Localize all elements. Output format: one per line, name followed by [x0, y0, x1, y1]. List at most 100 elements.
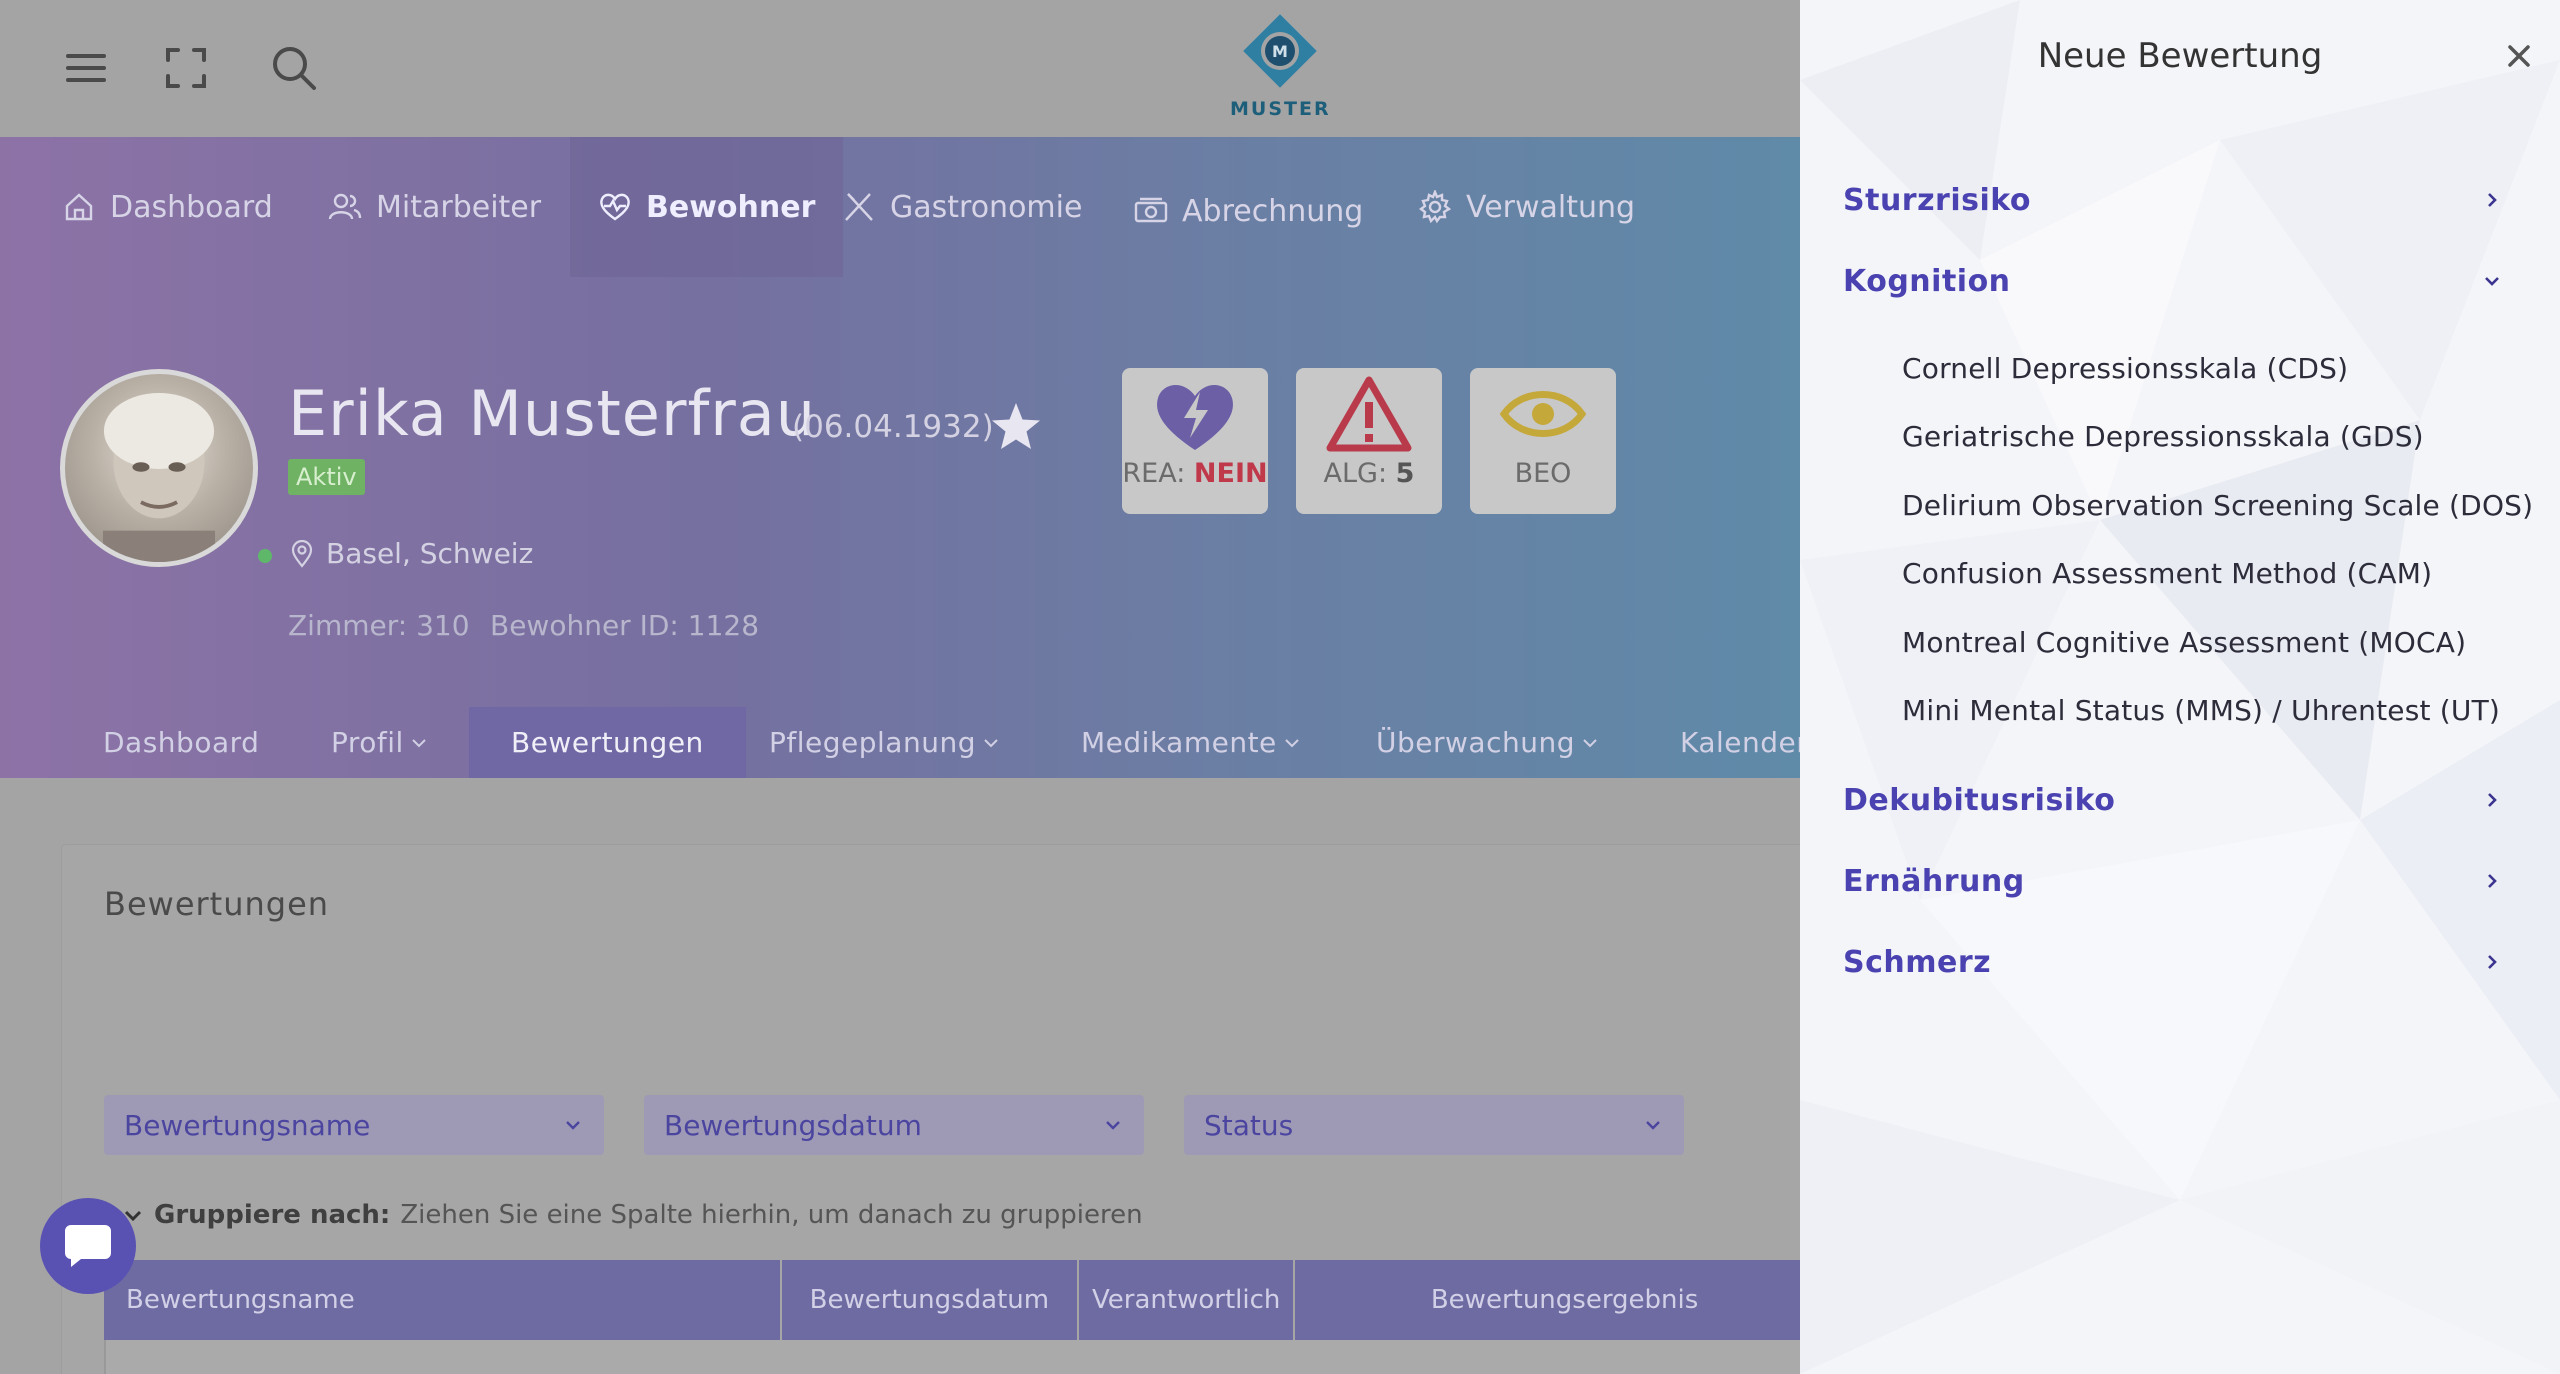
alg-label: ALG: 5	[1323, 458, 1415, 489]
nav-label: Mitarbeiter	[376, 189, 542, 225]
chevron-right-icon	[2488, 193, 2497, 207]
group-by-hint: Ziehen Sie eine Spalte hierhin, um danac…	[400, 1200, 1143, 1230]
resident-location: Basel, Schweiz	[288, 537, 533, 570]
money-icon	[1134, 197, 1168, 223]
accordion-schmerz[interactable]: Schmerz	[1843, 937, 2503, 987]
resident-birthdate: (06.04.1932)	[792, 409, 994, 445]
chevron-down-icon	[984, 738, 998, 747]
accordion-ernaehrung[interactable]: Ernährung	[1843, 856, 2503, 906]
warning-icon	[1326, 376, 1412, 452]
chevron-right-icon	[2488, 955, 2497, 969]
beo-label: BEO	[1514, 458, 1572, 489]
close-icon[interactable]	[2505, 42, 2533, 70]
assessment-link-mms[interactable]: Mini Mental Status (MMS) / Uhrentest (UT…	[1902, 694, 2500, 727]
tab-bewertungen[interactable]: Bewertungen	[469, 707, 746, 778]
assessment-link-gds[interactable]: Geriatrische Depressionsskala (GDS)	[1902, 420, 2424, 453]
heart-bolt-icon	[1157, 384, 1233, 450]
accordion-label: Ernährung	[1843, 863, 2025, 899]
nav-item-mitarbeiter[interactable]: Mitarbeiter	[328, 137, 541, 277]
search-icon[interactable]	[266, 40, 322, 96]
filter-bewertungsdatum[interactable]: Bewertungsdatum	[644, 1095, 1144, 1155]
accordion-label: Schmerz	[1843, 944, 1992, 980]
resident-header: Dashboard Mitarbeiter Bewohner Gastronom…	[0, 137, 1808, 778]
resident-id: Bewohner ID: 1128	[490, 609, 760, 642]
chevron-down-icon	[566, 1121, 580, 1130]
star-icon[interactable]	[988, 399, 1044, 455]
column-header-bewertungsergebnis[interactable]: Bewertungsergebnis	[1295, 1260, 1834, 1340]
tab-kalender[interactable]: Kalender	[1680, 707, 1808, 778]
chat-icon	[65, 1225, 111, 1267]
card-title: Bewertungen	[104, 885, 330, 923]
accordion-label: Dekubitusrisiko	[1843, 782, 2116, 818]
filter-status[interactable]: Status	[1184, 1095, 1684, 1155]
heart-pulse-icon	[600, 193, 630, 221]
table-header: Bewertungsname Bewertungsdatum Verantwor…	[104, 1260, 1834, 1340]
tab-medikamente[interactable]: Medikamente	[1081, 707, 1301, 778]
room-number: Zimmer: 310	[288, 609, 470, 642]
chevron-right-icon	[2488, 793, 2497, 807]
accordion-kognition[interactable]: Kognition	[1843, 256, 2503, 306]
chevron-down-icon	[1646, 1121, 1660, 1130]
accordion-dekubitusrisiko[interactable]: Dekubitusrisiko	[1843, 775, 2503, 825]
chevron-down-icon	[1583, 738, 1597, 747]
column-header-verantwortlich[interactable]: Verantwortlich	[1079, 1260, 1296, 1340]
gear-icon	[1419, 190, 1452, 224]
accordion-sturzrisiko[interactable]: Sturzrisiko	[1843, 175, 2503, 225]
chevron-right-icon	[2488, 874, 2497, 888]
nav-item-bewohner[interactable]: Bewohner	[570, 137, 844, 277]
filter-bewertungsname[interactable]: Bewertungsname	[104, 1095, 604, 1155]
map-pin-icon	[291, 539, 313, 568]
group-by-label: Gruppiere nach:	[154, 1200, 391, 1230]
logo-icon: M	[1243, 14, 1317, 88]
nav-item-verwaltung[interactable]: Verwaltung	[1418, 137, 1635, 277]
top-bar: M MUSTER	[0, 0, 1800, 137]
tab-ueberwachung[interactable]: Überwachung	[1376, 707, 1599, 778]
status-badge: Aktiv	[288, 459, 365, 495]
home-icon	[65, 193, 93, 221]
nav-label: Dashboard	[110, 189, 273, 225]
chat-button[interactable]	[40, 1198, 136, 1294]
nav-item-dashboard[interactable]: Dashboard	[62, 137, 273, 277]
tab-pflegeplanung[interactable]: Pflegeplanung	[769, 707, 1000, 778]
chevron-down-icon	[1285, 738, 1299, 747]
new-assessment-drawer: Neue Bewertung Sturzrisiko Kognition Cor…	[1800, 0, 2560, 1374]
tab-profil[interactable]: Profil	[331, 707, 428, 778]
beo-tile[interactable]: BEO	[1470, 368, 1616, 514]
brand-name: MUSTER	[1230, 98, 1331, 120]
nav-item-abrechnung[interactable]: Abrechnung	[1134, 141, 1363, 281]
column-header-bewertungsname[interactable]: Bewertungsname	[104, 1260, 782, 1340]
drawer-title: Neue Bewertung	[2037, 36, 2323, 76]
nav-label: Gastronomie	[890, 189, 1083, 225]
resident-tabs: Dashboard Profil Bewertungen Pflegeplanu…	[0, 707, 1808, 778]
nav-label: Verwaltung	[1466, 189, 1636, 225]
group-by-panel[interactable]: Gruppiere nach: Ziehen Sie eine Spalte h…	[122, 1200, 1143, 1230]
menu-icon[interactable]	[58, 40, 114, 96]
assessment-link-moca[interactable]: Montreal Cognitive Assessment (MOCA)	[1902, 626, 2466, 659]
alg-tile[interactable]: ALG: 5	[1296, 368, 1442, 514]
nav-label: Bewohner	[646, 189, 816, 225]
rea-tile[interactable]: REA: NEIN	[1122, 368, 1268, 514]
online-status-dot	[258, 549, 272, 563]
chevron-down-icon	[1106, 1121, 1120, 1130]
nav-label: Abrechnung	[1182, 193, 1364, 229]
table-row[interactable]	[104, 1340, 1834, 1374]
column-header-bewertungsdatum[interactable]: Bewertungsdatum	[782, 1260, 1080, 1340]
accordion-label: Sturzrisiko	[1843, 182, 2032, 218]
accordion-label: Kognition	[1843, 263, 2011, 299]
assessment-link-cds[interactable]: Cornell Depressionsskala (CDS)	[1902, 352, 2348, 385]
nav-item-gastronomie[interactable]: Gastronomie	[842, 137, 1082, 277]
assessments-card: Bewertungen Bewertungsname Bewertungsdat…	[62, 845, 1834, 1374]
chevron-down-icon	[2485, 277, 2499, 286]
resident-name: Erika Musterfrau	[288, 377, 817, 450]
main-nav: Dashboard Mitarbeiter Bewohner Gastronom…	[0, 137, 1800, 277]
rea-label: REA: NEIN	[1122, 458, 1268, 489]
fullscreen-icon[interactable]	[158, 40, 214, 96]
assessment-link-dos[interactable]: Delirium Observation Screening Scale (DO…	[1902, 489, 2533, 522]
location-text: Basel, Schweiz	[326, 537, 534, 570]
assessment-link-cam[interactable]: Confusion Assessment Method (CAM)	[1902, 557, 2432, 590]
users-icon	[328, 193, 362, 220]
brand-logo[interactable]: M MUSTER	[1230, 10, 1330, 120]
tab-dashboard[interactable]: Dashboard	[103, 707, 259, 778]
chevron-down-icon	[412, 738, 426, 747]
eye-icon	[1499, 391, 1587, 437]
